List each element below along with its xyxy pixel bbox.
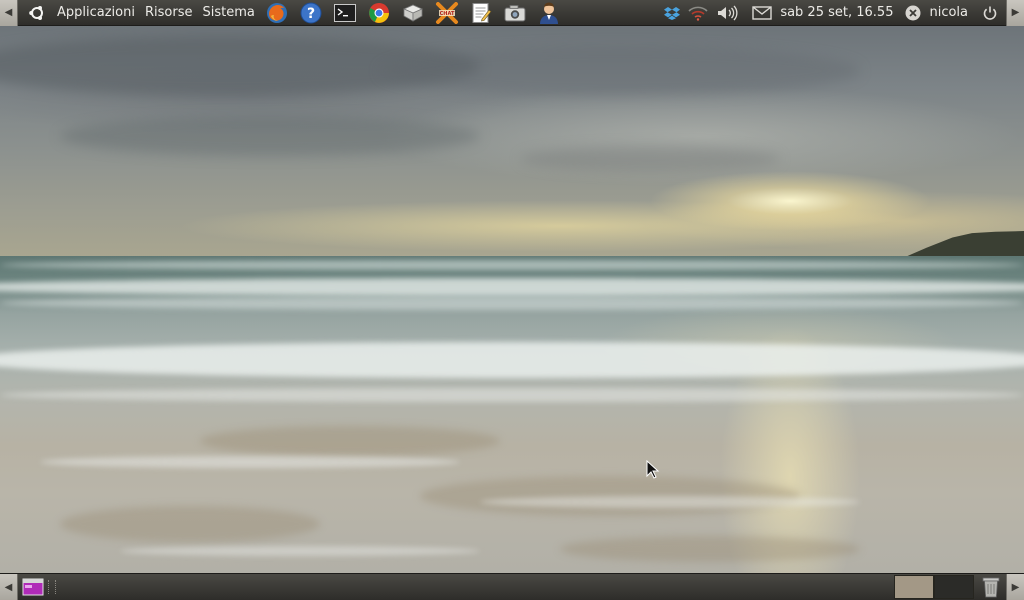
chat-icon[interactable]: CHAT bbox=[434, 0, 460, 26]
user-name[interactable]: nicola bbox=[929, 5, 968, 20]
volume-icon[interactable] bbox=[716, 0, 738, 26]
top-panel: ◀ Applicazioni Risorse Sistema ? CHAT sa… bbox=[0, 0, 1024, 26]
cloud bbox=[60, 116, 480, 156]
window-list bbox=[58, 574, 894, 600]
document-viewer-icon[interactable] bbox=[400, 0, 426, 26]
top-panel-right: sab 25 set, 16.55 nicola bbox=[660, 0, 1006, 26]
cloud bbox=[380, 46, 860, 96]
terminal-icon[interactable] bbox=[332, 0, 358, 26]
user-contact-icon[interactable] bbox=[536, 0, 562, 26]
show-desktop-icon[interactable] bbox=[20, 574, 46, 600]
menu-risorse[interactable]: Risorse bbox=[140, 0, 198, 26]
firefox-icon[interactable] bbox=[264, 0, 290, 26]
text-editor-icon[interactable] bbox=[468, 0, 494, 26]
bottom-panel: ◀ ▶ bbox=[0, 573, 1024, 600]
help-icon[interactable]: ? bbox=[298, 0, 324, 26]
panel-drag-handle[interactable] bbox=[48, 580, 56, 594]
menu-sistema[interactable]: Sistema bbox=[197, 0, 259, 26]
sea bbox=[0, 256, 1024, 573]
chromium-icon[interactable] bbox=[366, 0, 392, 26]
user-offline-icon[interactable] bbox=[905, 0, 921, 26]
panel-scroll-left-button[interactable]: ◀ bbox=[0, 0, 18, 26]
svg-text:CHAT: CHAT bbox=[439, 11, 454, 17]
menu-applicazioni[interactable]: Applicazioni bbox=[52, 0, 140, 26]
top-panel-left: Applicazioni Risorse Sistema ? CHAT bbox=[18, 0, 660, 26]
cloud bbox=[520, 146, 780, 172]
workspace-switcher bbox=[894, 575, 974, 599]
bottom-panel-scroll-right-button[interactable]: ▶ bbox=[1006, 574, 1024, 600]
ubuntu-logo-icon[interactable] bbox=[28, 4, 46, 22]
svg-text:?: ? bbox=[307, 6, 315, 22]
trash-icon[interactable] bbox=[978, 574, 1004, 600]
mail-icon[interactable] bbox=[752, 0, 773, 26]
workspace-2[interactable] bbox=[934, 575, 974, 599]
desktop-wallpaper[interactable] bbox=[0, 26, 1024, 573]
mouse-cursor-icon bbox=[646, 460, 660, 479]
screenshot-icon[interactable] bbox=[502, 0, 528, 26]
workspace-1[interactable] bbox=[894, 575, 934, 599]
bottom-panel-scroll-left-button[interactable]: ◀ bbox=[0, 574, 18, 600]
dropbox-icon[interactable] bbox=[664, 0, 681, 26]
power-icon[interactable] bbox=[982, 0, 998, 26]
clock[interactable]: sab 25 set, 16.55 bbox=[780, 5, 893, 20]
wireless-network-icon[interactable] bbox=[688, 0, 708, 26]
panel-scroll-right-button[interactable]: ▶ bbox=[1006, 0, 1024, 26]
